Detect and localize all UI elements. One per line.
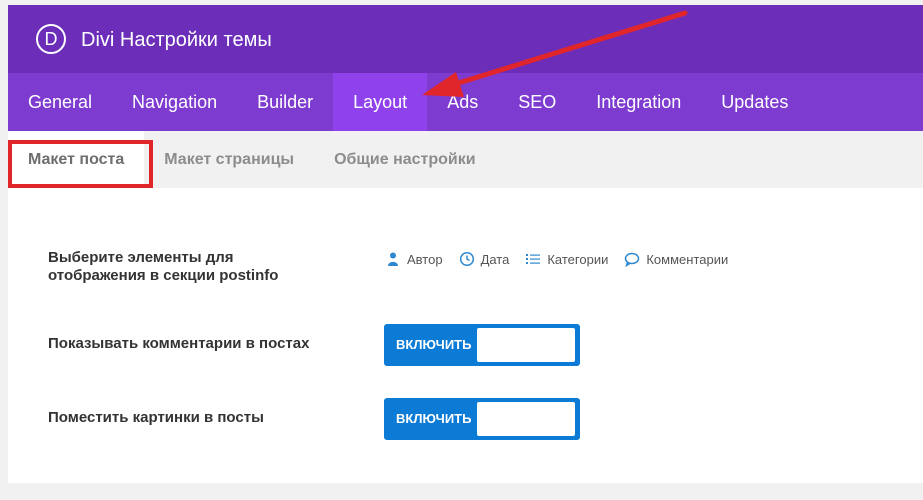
subtab-post-layout[interactable]: Макет поста: [8, 131, 145, 188]
toggle-knob[interactable]: [477, 402, 575, 436]
list-icon: [526, 254, 541, 264]
postinfo-option-label: Категории: [547, 251, 609, 267]
clock-icon: [459, 251, 474, 267]
postinfo-label: Выберите элементы для отображения в секц…: [48, 249, 278, 285]
sub-tabs: Макет поста Макет страницы Общие настрой…: [8, 131, 923, 188]
postinfo-label-line2: отображения в секции postinfo: [48, 267, 279, 284]
toggle-knob[interactable]: [477, 328, 575, 362]
tab-seo[interactable]: SEO: [498, 73, 576, 131]
postinfo-option-author[interactable]: Автор: [385, 251, 443, 267]
divi-logo: D: [36, 24, 66, 54]
postinfo-option-categories[interactable]: Категории: [525, 251, 608, 267]
theme-options-panel: D Divi Настройки темы General Navigation…: [8, 5, 923, 483]
postinfo-option-label: Комментарии: [646, 251, 729, 267]
show-comments-toggle[interactable]: ВКЛЮЧИТЬ: [384, 324, 580, 366]
tab-updates[interactable]: Updates: [701, 73, 808, 131]
subtab-general-settings[interactable]: Общие настройки: [314, 131, 496, 188]
tab-builder[interactable]: Builder: [237, 73, 333, 131]
postinfo-options: Автор Дата Категории Комментарии: [385, 251, 744, 267]
panel-header: D Divi Настройки темы: [8, 5, 923, 73]
tab-navigation[interactable]: Navigation: [112, 73, 237, 131]
main-tabs: General Navigation Builder Layout Ads SE…: [8, 73, 923, 131]
tab-ads[interactable]: Ads: [427, 73, 498, 131]
toggle-label: ВКЛЮЧИТЬ: [396, 411, 472, 426]
subtab-page-layout[interactable]: Макет страницы: [144, 131, 314, 188]
postinfo-option-comments[interactable]: Комментарии: [624, 251, 728, 267]
place-images-toggle[interactable]: ВКЛЮЧИТЬ: [384, 398, 580, 440]
postinfo-option-label: Дата: [480, 251, 510, 267]
panel-title: Divi Настройки темы: [81, 29, 272, 51]
tab-general[interactable]: General: [8, 73, 112, 131]
tab-integration[interactable]: Integration: [576, 73, 701, 131]
user-icon: [388, 252, 398, 266]
comment-icon: [625, 252, 640, 267]
show-comments-label: Показывать комментарии в постах: [48, 335, 310, 352]
toggle-label: ВКЛЮЧИТЬ: [396, 337, 472, 352]
tab-layout[interactable]: Layout: [333, 73, 428, 131]
postinfo-option-date[interactable]: Дата: [459, 251, 510, 267]
place-images-label: Поместить картинки в посты: [48, 409, 264, 426]
postinfo-label-line1: Выберите элементы для: [48, 249, 234, 266]
postinfo-option-label: Автор: [407, 251, 443, 267]
